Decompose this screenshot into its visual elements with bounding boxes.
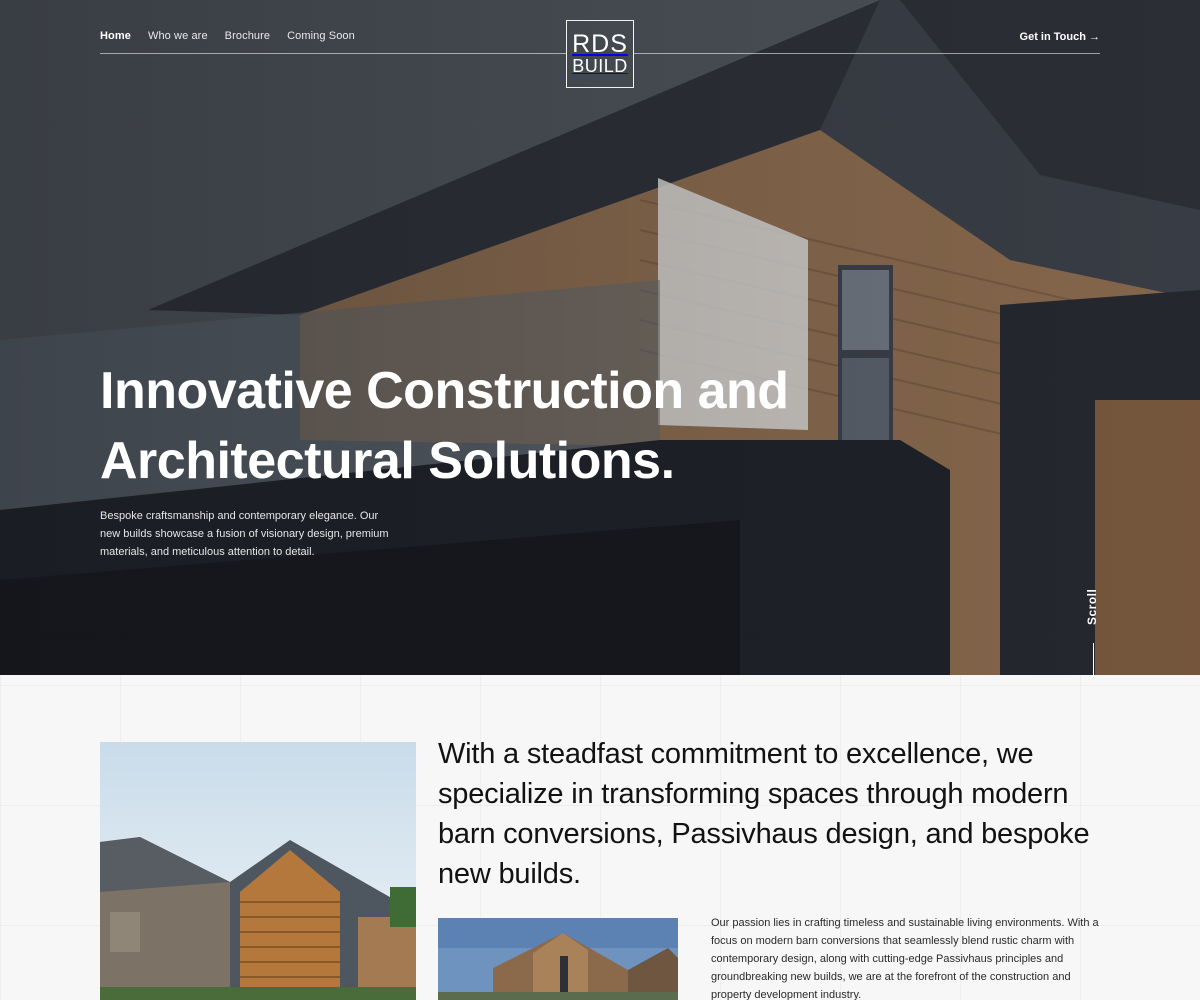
nav-item-coming-soon[interactable]: Coming Soon [287,30,355,42]
nav-item-who-we-are[interactable]: Who we are [148,30,208,42]
scroll-indicator-label[interactable]: Scroll [1085,589,1099,625]
about-heading: With a steadfast commitment to excellenc… [438,738,1090,890]
barn-conversion-image [100,742,416,1000]
logo-line-1: RDS [572,30,628,58]
new-build-image [438,918,678,1000]
nav-item-brochure[interactable]: Brochure [225,30,270,42]
hero-title: Innovative Construction and Architectura… [100,362,789,490]
get-in-touch-link[interactable]: Get in Touch → [1020,31,1100,43]
nav-item-home[interactable]: Home [100,30,131,42]
hero-section: Home Who we are Brochure Coming Soon RDS… [0,0,1200,675]
brand-logo[interactable]: RDS BUILD [566,20,634,88]
hero-overlay [0,0,1200,675]
about-section: With a steadfast commitment to excellenc… [0,675,1200,1000]
logo-line-2: BUILD [572,56,628,76]
main-nav: Home Who we are Brochure Coming Soon [100,30,355,42]
nav-divider-left [100,53,566,54]
hero-subtitle: Bespoke craftsmanship and contemporary e… [100,510,389,558]
about-description: Our passion lies in crafting timeless an… [711,917,1099,1000]
scroll-indicator-line [1093,643,1094,675]
nav-divider-right [634,53,1100,54]
